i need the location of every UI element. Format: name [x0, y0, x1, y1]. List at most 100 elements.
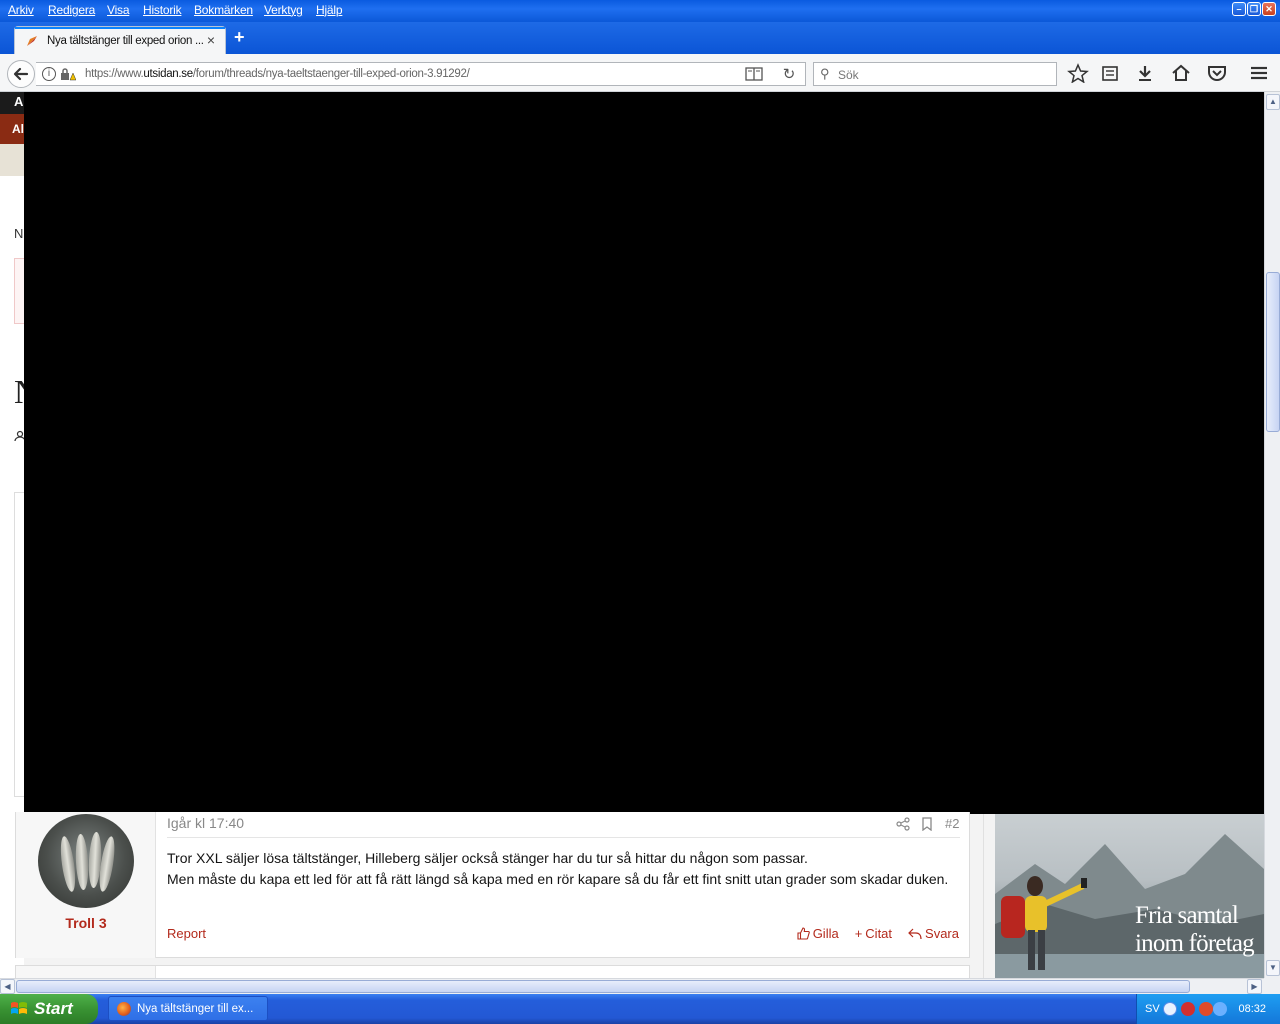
- bookmarks-library-icon[interactable]: [1099, 63, 1121, 83]
- tab-strip: Nya tältstänger till exped orion ... × +: [0, 22, 1280, 54]
- scrollbar-corner: [1264, 978, 1280, 994]
- post-body: Tror XXL säljer lösa tältstänger, Hilleb…: [167, 848, 957, 890]
- pocket-icon[interactable]: [1206, 63, 1228, 83]
- back-arrow-icon: [13, 67, 29, 81]
- menu-arkiv[interactable]: Arkiv: [8, 3, 34, 17]
- reader-view-icon[interactable]: [745, 66, 763, 82]
- ad-headline-line: inom företag: [1135, 930, 1255, 957]
- tray-expand-icon[interactable]: [1163, 1002, 1177, 1016]
- notice-box-fragment: [14, 258, 24, 324]
- menu-redigera[interactable]: Redigera: [48, 3, 95, 17]
- avatar-fish-2: [74, 833, 90, 891]
- close-window-button[interactable]: ✕: [1262, 2, 1276, 16]
- ad-headline: Fria samtal inom företag: [1135, 902, 1255, 958]
- back-button[interactable]: [7, 60, 35, 88]
- post-header-divider: [167, 837, 960, 838]
- downloads-icon[interactable]: [1134, 63, 1156, 83]
- tab-active[interactable]: Nya tältstänger till exped orion ... ×: [14, 26, 226, 54]
- menu-hjalp[interactable]: Hjälp: [316, 3, 343, 17]
- tray-clock: 08:32: [1238, 1003, 1266, 1015]
- content-sidebar-divider: [983, 814, 984, 978]
- site-subnav-strip: [0, 144, 24, 176]
- horizontal-scroll-thumb[interactable]: [16, 980, 1190, 993]
- vertical-scrollbar[interactable]: ▲ ▼: [1264, 92, 1280, 978]
- navigation-toolbar: i https://www.utsidan.se/forum/threads/n…: [0, 54, 1280, 92]
- scroll-right-arrow-icon[interactable]: ▶: [1247, 979, 1262, 994]
- reply-button[interactable]: Svara: [908, 926, 959, 941]
- advertisement-banner[interactable]: Fria samtal inom företag: [995, 814, 1264, 978]
- url-bar[interactable]: i https://www.utsidan.se/forum/threads/n…: [36, 62, 806, 86]
- hamburger-menu-icon[interactable]: [1248, 63, 1270, 83]
- menu-bokmarken[interactable]: Bokmärken: [194, 3, 253, 17]
- post-actions: Gilla + Citat Svara: [797, 926, 959, 941]
- first-post-box-fragment: [14, 492, 24, 797]
- post-number[interactable]: #2: [945, 816, 959, 831]
- plus-icon: +: [854, 926, 863, 941]
- avatar[interactable]: [38, 814, 134, 908]
- thumbs-up-icon: [797, 927, 810, 940]
- bookmark-star-icon[interactable]: [1067, 63, 1089, 83]
- post-username[interactable]: Troll 3: [16, 915, 156, 931]
- windows-logo-icon: [11, 1002, 27, 1014]
- scroll-down-arrow-icon[interactable]: ▼: [1266, 960, 1280, 976]
- like-button[interactable]: Gilla: [797, 926, 839, 941]
- ad-headline-line: Fria samtal: [1135, 902, 1239, 929]
- scroll-up-arrow-icon[interactable]: ▲: [1266, 94, 1280, 110]
- site-favicon-icon: [27, 36, 37, 46]
- scroll-left-arrow-icon[interactable]: ◀: [0, 979, 15, 994]
- mixed-content-lock-icon[interactable]: [60, 67, 76, 81]
- search-placeholder: Sök: [838, 68, 859, 82]
- system-tray: SV 08:32: [1136, 994, 1280, 1024]
- menu-bar: Arkiv Redigera Visa Historik Bokmärken V…: [0, 0, 1280, 22]
- next-forum-post-fragment: [15, 965, 970, 978]
- site-top-strip: A: [0, 92, 24, 114]
- avatar-fish-1: [58, 835, 78, 893]
- start-label: Start: [34, 999, 73, 1018]
- reply-arrow-icon: [908, 928, 922, 939]
- menu-verktyg[interactable]: Verktyg: [264, 3, 303, 17]
- search-icon: ⚲: [820, 66, 830, 81]
- web-page-viewport: A Al N N Troll 3 Igår kl 17:40 #2: [0, 92, 1264, 978]
- url-domain: utsidan.se: [143, 68, 193, 80]
- firefox-icon: [117, 1002, 131, 1016]
- url-prefix: https://www.: [85, 68, 144, 80]
- site-info-icon[interactable]: i: [42, 67, 56, 81]
- security-shield-icon[interactable]: [1181, 1002, 1195, 1016]
- url-text[interactable]: https://www.utsidan.se/forum/threads/nya…: [85, 68, 470, 80]
- volume-icon[interactable]: [1213, 1002, 1227, 1016]
- start-button[interactable]: Start: [0, 994, 98, 1024]
- next-post-author-panel: [16, 966, 156, 978]
- site-nav-strip[interactable]: Al: [0, 114, 24, 144]
- vertical-scroll-thumb[interactable]: [1266, 272, 1280, 432]
- menu-visa[interactable]: Visa: [107, 3, 130, 17]
- tab-title: Nya tältstänger till exped orion ...: [47, 35, 204, 47]
- search-bar[interactable]: ⚲ Sök: [813, 62, 1057, 86]
- post-date[interactable]: Igår kl 17:40: [167, 815, 244, 831]
- redacted-region: [24, 92, 1264, 814]
- windows-taskbar: Start Nya tältstänger till ex... SV 08:3…: [0, 994, 1280, 1024]
- taskbar-firefox-window[interactable]: Nya tältstänger till ex...: [108, 996, 268, 1021]
- post-body-line: Tror XXL säljer lösa tältstänger, Hilleb…: [167, 850, 808, 866]
- horizontal-scrollbar[interactable]: ◀ ▶: [0, 978, 1264, 994]
- minimize-button[interactable]: –: [1232, 2, 1246, 16]
- new-tab-button[interactable]: +: [234, 27, 245, 48]
- like-label: Gilla: [812, 926, 839, 941]
- reload-icon[interactable]: ↻: [779, 65, 799, 83]
- home-icon[interactable]: [1170, 63, 1192, 83]
- menu-historik[interactable]: Historik: [143, 3, 182, 17]
- share-icon[interactable]: [896, 817, 910, 831]
- breadcrumb-fragment[interactable]: N: [14, 226, 23, 241]
- bookmark-icon[interactable]: [921, 817, 933, 831]
- post-body-line: Men måste du kapa ett led för att få rät…: [167, 871, 949, 887]
- quote-label: Citat: [865, 926, 893, 941]
- reply-label: Svara: [925, 926, 959, 941]
- network-icon[interactable]: [1199, 1002, 1213, 1016]
- taskbar-window-title: Nya tältstänger till ex...: [137, 1003, 254, 1015]
- forum-post: Troll 3 Igår kl 17:40 #2 Tror XXL säljer…: [15, 812, 970, 958]
- language-indicator[interactable]: SV: [1145, 1003, 1160, 1015]
- report-link[interactable]: Report: [167, 926, 206, 941]
- window-controls: – ❐ ✕: [1232, 2, 1276, 16]
- restore-button[interactable]: ❐: [1247, 2, 1261, 16]
- tab-close-icon[interactable]: ×: [207, 32, 215, 48]
- quote-button[interactable]: + Citat: [855, 926, 892, 941]
